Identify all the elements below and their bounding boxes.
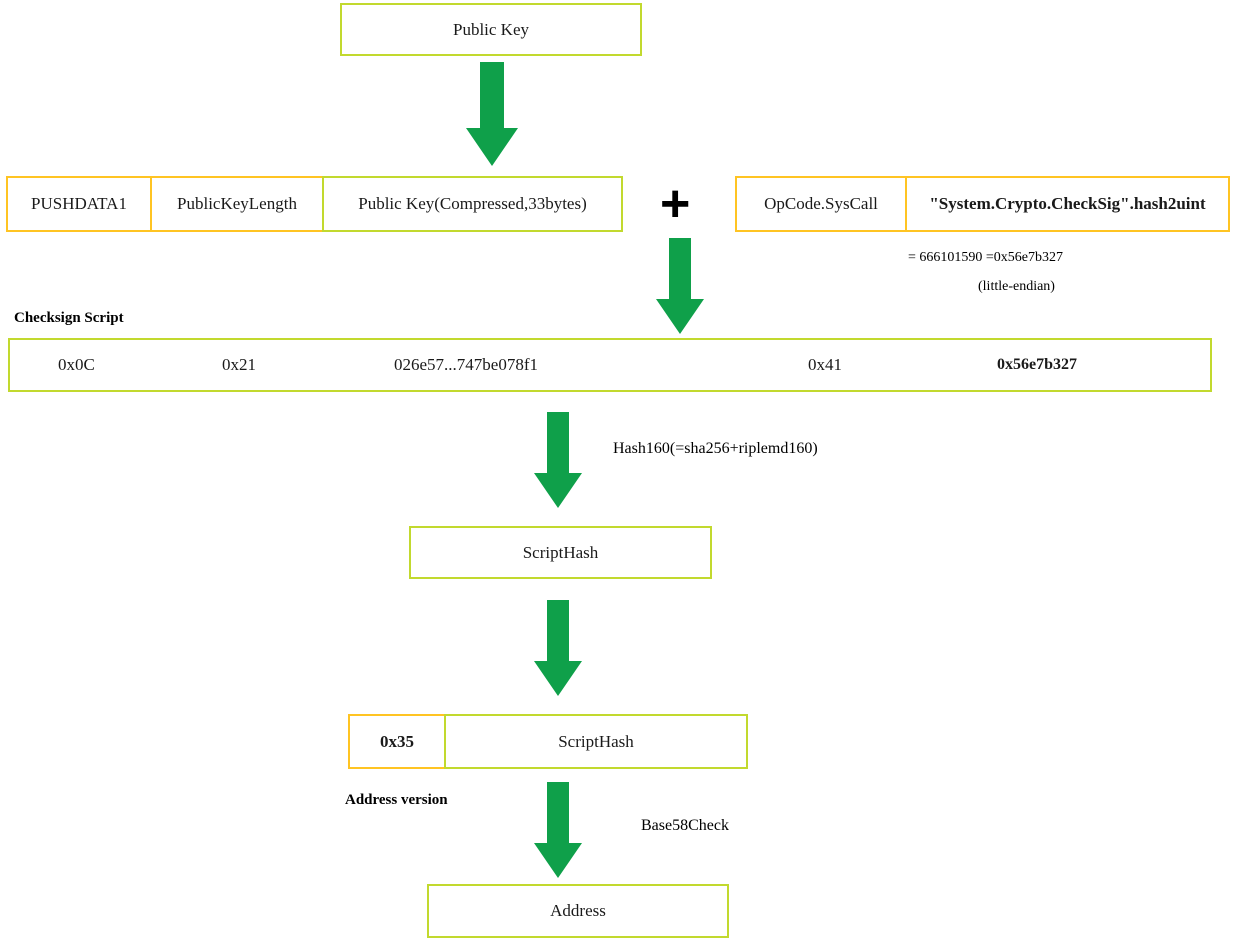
node-public-key: Public Key	[340, 3, 642, 56]
versioned-cell-address-version-label: 0x35	[380, 731, 414, 751]
down-arrow-icon	[534, 782, 582, 878]
pubkey-cell-publickey-label: Public Key(Compressed,33bytes)	[358, 194, 587, 213]
edge-label-base58check-text: Base58Check	[641, 817, 729, 834]
edge-label-address-version: Address version	[345, 792, 448, 809]
versioned-cell-script-hash: ScriptHash	[444, 714, 748, 769]
checksign-script-caption-text: Checksign Script	[14, 310, 124, 326]
versioned-cell-address-version: 0x35	[348, 714, 446, 769]
plus-icon: +	[660, 178, 690, 230]
checksign-field-0x41-label: 0x41	[808, 355, 842, 374]
syscall-cell-opcode-label: OpCode.SysCall	[764, 194, 878, 213]
syscall-annotation-endian-text: (little-endian)	[978, 279, 1055, 294]
syscall-cell-checksig-label: "System.Crypto.CheckSig".hash2uint	[929, 194, 1206, 213]
pubkey-cell-pushdata1-label: PUSHDATA1	[31, 194, 127, 213]
node-script-hash: ScriptHash	[409, 526, 712, 579]
versioned-cell-script-hash-label: ScriptHash	[558, 731, 634, 751]
syscall-cell-checksig: "System.Crypto.CheckSig".hash2uint	[905, 176, 1230, 232]
down-arrow-icon	[534, 412, 582, 508]
pubkey-cell-publickey: Public Key(Compressed,33bytes)	[322, 176, 623, 232]
node-address: Address	[427, 884, 729, 938]
checksign-field-syscall-hash: 0x56e7b327	[997, 356, 1077, 374]
node-address-label: Address	[550, 901, 606, 920]
checksign-field-pubkey-label: 026e57...747be078f1	[394, 355, 539, 374]
down-arrow-icon	[466, 62, 518, 166]
checksign-field-0x0c-label: 0x0C	[58, 355, 95, 374]
pubkey-cell-pushdata1: PUSHDATA1	[6, 176, 152, 232]
edge-label-address-version-text: Address version	[345, 792, 448, 808]
checksign-field-0x21-label: 0x21	[222, 355, 256, 374]
syscall-cell-opcode: OpCode.SysCall	[735, 176, 907, 232]
syscall-annotation-endian: (little-endian)	[978, 279, 1055, 295]
checksign-field-0x41: 0x41	[808, 355, 842, 375]
edge-label-hash160-text: Hash160(=sha256+riplemd160)	[613, 440, 818, 457]
checksign-field-0x0c: 0x0C	[58, 355, 95, 375]
down-arrow-icon	[534, 600, 582, 696]
syscall-annotation-value-text: = 666101590 =0x56e7b327	[908, 250, 1064, 265]
node-public-key-label: Public Key	[452, 19, 530, 39]
checksign-field-0x21: 0x21	[222, 355, 256, 375]
diagram-canvas: Public Key PUSHDATA1 PublicKeyLength Pub…	[0, 0, 1236, 941]
pubkey-cell-keylength: PublicKeyLength	[150, 176, 324, 232]
down-arrow-icon	[656, 238, 704, 334]
plus-glyph: +	[660, 175, 691, 233]
edge-label-base58check: Base58Check	[641, 817, 729, 835]
pubkey-cell-keylength-label: PublicKeyLength	[177, 194, 297, 213]
checksign-field-pubkey: 026e57...747be078f1	[394, 355, 538, 375]
syscall-annotation-value: = 666101590 =0x56e7b327	[908, 250, 1063, 266]
checksign-field-syscall-hash-label: 0x56e7b327	[997, 356, 1077, 373]
edge-label-hash160: Hash160(=sha256+riplemd160)	[613, 440, 818, 458]
checksign-script-caption: Checksign Script	[14, 310, 124, 327]
node-script-hash-label: ScriptHash	[522, 542, 599, 562]
